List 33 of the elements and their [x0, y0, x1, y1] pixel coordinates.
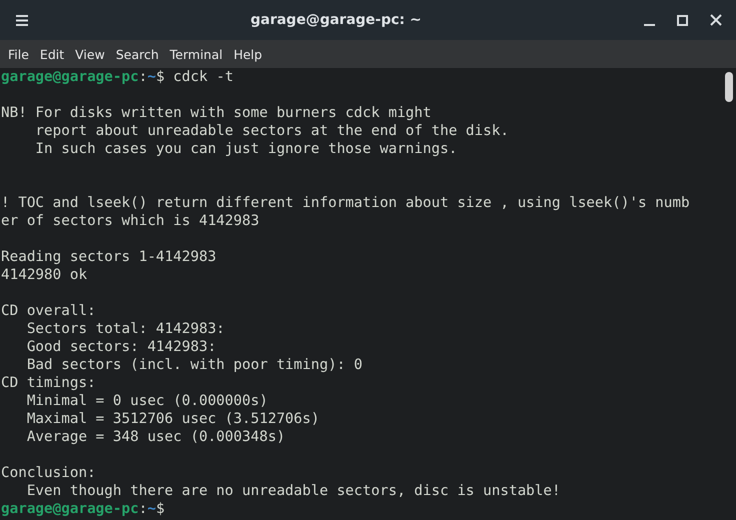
menu-item[interactable]: Terminal [164, 44, 228, 64]
output-line: er of sectors which is 4142983 [1, 213, 260, 229]
window-title: garage@garage-pc: ~ [249, 12, 422, 28]
output-line: Minimal = 0 usec (0.000000s) [26, 393, 268, 409]
output-line: NB! For disks written with some burners cdck might [1, 105, 432, 121]
prompt-path: ~ [147, 501, 156, 517]
prompt-separator: : [138, 501, 148, 517]
output-line: In such cases you can just ignore those warnings. [34, 141, 458, 157]
menu-item[interactable]: Search [110, 44, 164, 64]
output-line: CD overall: [1, 303, 96, 319]
menu-item[interactable]: Help [228, 44, 268, 64]
output-line: ! TOC and lseek() return different information about size , using lseek()'s numb [1, 195, 690, 211]
output-line: report about unreadable sectors at the end of the disk. [34, 123, 509, 139]
output-line: CD timings: [1, 375, 96, 391]
prompt-symbol: $ [156, 69, 165, 85]
output-line: Reading sectors 1-4142983 [1, 249, 216, 265]
output-line: Even though there are no unreadable sectors, disc is unstable! [26, 483, 560, 499]
prompt-user: garage@garage-pc [1, 501, 139, 517]
output-line: 4142980 ok [1, 267, 88, 283]
prompt-symbol: $ [156, 501, 165, 517]
output-line: Bad sectors (incl. with poor timing): 0 [26, 357, 363, 373]
output-line: Sectors total: 4142983: [26, 321, 225, 337]
output-line: Maximal = 3512706 usec (3.512706s) [26, 411, 320, 427]
output-line: Good sectors: 4142983: [26, 339, 216, 355]
prompt-separator: : [138, 69, 148, 85]
menu-item[interactable]: File [3, 44, 34, 64]
command-text: cdck -t [172, 69, 234, 85]
output-line: Conclusion: [1, 465, 96, 481]
menu-item[interactable]: Edit [34, 44, 70, 64]
menu-item[interactable]: View [70, 44, 110, 64]
prompt-user: garage@garage-pc [1, 69, 139, 85]
prompt-path: ~ [147, 69, 156, 85]
output-line: Average = 348 usec (0.000348s) [26, 429, 286, 445]
